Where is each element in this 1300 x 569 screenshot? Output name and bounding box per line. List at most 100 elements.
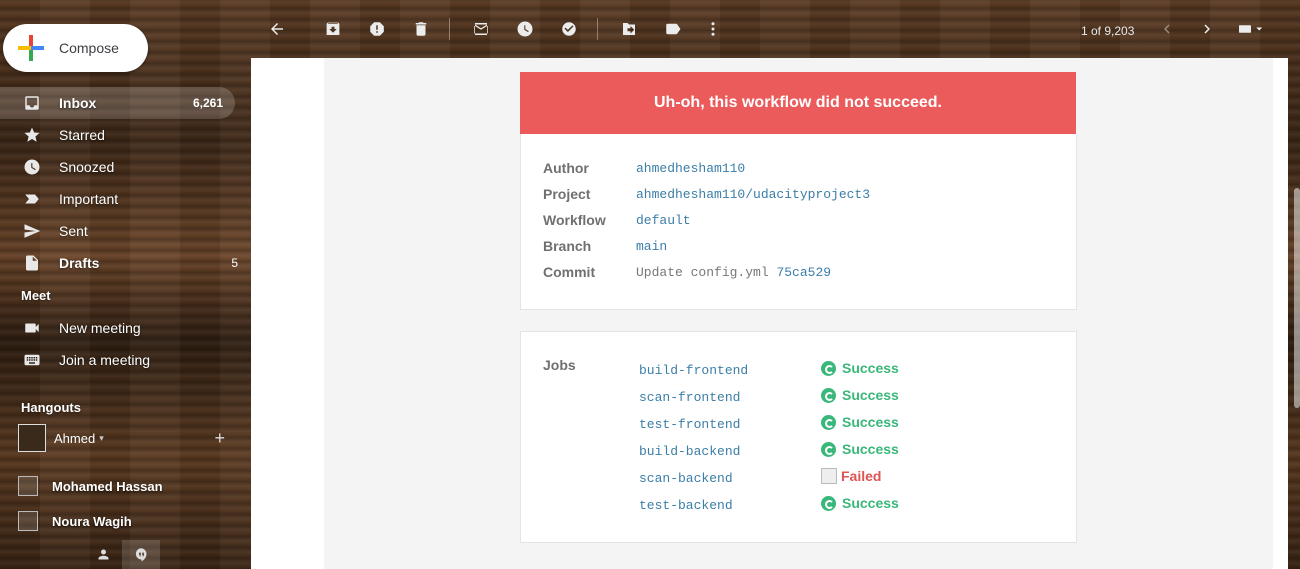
add-task-icon[interactable]: [558, 18, 580, 40]
job-name-link[interactable]: test-frontend: [639, 417, 740, 432]
email-toolbar: 1 of 9,203: [250, 0, 1300, 58]
workflow-details-card: Author ahmedhesham110 Project ahmedhesha…: [520, 134, 1077, 310]
job-status-text: Success: [842, 441, 899, 457]
success-icon: [821, 495, 836, 511]
drafts-count: 5: [231, 256, 238, 270]
nav-item-important[interactable]: Important: [0, 183, 250, 215]
failed-icon: [821, 468, 837, 484]
hangouts-heading: Hangouts: [21, 400, 81, 415]
archive-icon[interactable]: [322, 18, 344, 40]
job-status: Success: [821, 495, 899, 511]
job-status: Success: [821, 441, 899, 457]
new-meeting-link[interactable]: New meeting: [0, 312, 250, 344]
commit-hash-link[interactable]: 75ca529: [776, 265, 831, 280]
add-icon[interactable]: +: [214, 428, 225, 449]
workflow-label: Workflow: [543, 212, 606, 228]
hangouts-tabs: [0, 540, 250, 569]
person-icon[interactable]: [84, 540, 122, 569]
job-name-link[interactable]: scan-backend: [639, 471, 733, 486]
email-body: Uh-oh, this workflow did not succeed. Au…: [324, 58, 1273, 569]
workflow-link[interactable]: default: [636, 213, 691, 228]
report-spam-icon[interactable]: [366, 18, 388, 40]
clock-icon: [22, 157, 42, 177]
commit-message: Update config.yml: [636, 265, 769, 280]
prev-icon[interactable]: [1156, 18, 1178, 40]
workflow-failure-banner: Uh-oh, this workflow did not succeed.: [520, 72, 1076, 134]
toolbar-divider: [597, 18, 598, 40]
contact-name: Mohamed Hassan: [52, 478, 163, 494]
chevron-down-icon: ▾: [99, 432, 104, 443]
jobs-card: Jobs build-frontend Success scan-fronten…: [520, 331, 1077, 543]
delete-icon[interactable]: [410, 18, 432, 40]
nav-item-snoozed[interactable]: Snoozed: [0, 151, 250, 183]
avatar: [18, 476, 38, 496]
success-icon: [821, 360, 836, 376]
hangouts-username: Ahmed: [54, 430, 96, 446]
project-label: Project: [543, 186, 591, 202]
job-status: Success: [821, 387, 899, 403]
nav-item-sent[interactable]: Sent: [0, 215, 250, 247]
snooze-icon[interactable]: [514, 18, 536, 40]
author-link[interactable]: ahmedhesham110: [636, 161, 745, 176]
nav-item-label: Sent: [59, 223, 88, 239]
label-icon[interactable]: [662, 18, 684, 40]
important-icon: [22, 189, 42, 209]
meet-heading: Meet: [21, 288, 51, 303]
keyboard-icon: [22, 350, 42, 370]
job-status-text: Success: [842, 414, 899, 430]
video-icon: [22, 318, 42, 338]
job-status-text: Success: [842, 387, 899, 403]
job-name-link[interactable]: build-frontend: [639, 363, 748, 378]
move-to-icon[interactable]: [618, 18, 640, 40]
more-icon[interactable]: [702, 18, 724, 40]
star-icon: [22, 125, 42, 145]
nav-item-starred[interactable]: Starred: [0, 119, 250, 151]
contact-name: Noura Wagih: [52, 513, 132, 529]
send-icon: [22, 221, 42, 241]
job-status-text: Success: [842, 495, 899, 511]
inbox-icon: [22, 93, 42, 113]
hangouts-icon[interactable]: [122, 540, 160, 569]
compose-plus-icon: [18, 35, 44, 61]
new-meeting-label: New meeting: [59, 320, 141, 336]
input-tools-icon[interactable]: [1234, 18, 1268, 40]
draft-icon: [22, 253, 42, 273]
join-meeting-label: Join a meeting: [59, 352, 151, 368]
job-status: Failed: [821, 468, 881, 484]
back-icon[interactable]: [266, 18, 288, 40]
author-label: Author: [543, 160, 589, 176]
next-icon[interactable]: [1196, 18, 1218, 40]
nav-item-label: Snoozed: [59, 159, 115, 175]
hangouts-user[interactable]: Ahmed ▾ +: [18, 424, 233, 452]
success-icon: [821, 414, 836, 430]
scrollbar[interactable]: [1294, 188, 1300, 408]
success-icon: [821, 441, 836, 457]
branch-link[interactable]: main: [636, 239, 667, 254]
nav-item-drafts[interactable]: Drafts 5: [0, 247, 250, 279]
job-name-link[interactable]: build-backend: [639, 444, 740, 459]
unread-count: 6,261: [192, 96, 223, 110]
email-reading-pane: Uh-oh, this workflow did not succeed. Au…: [251, 58, 1288, 569]
nav-item-inbox[interactable]: Inbox 6,261: [0, 87, 235, 119]
job-name-link[interactable]: test-backend: [639, 498, 733, 513]
commit-value: Update config.yml 75ca529: [636, 265, 831, 280]
nav-item-label: Important: [59, 191, 119, 207]
nav-item-label: Inbox: [59, 95, 97, 111]
nav-item-label: Drafts: [59, 255, 100, 271]
compose-button[interactable]: Compose: [3, 24, 148, 72]
contact-item[interactable]: Noura Wagih: [18, 511, 132, 531]
mail-nav: Inbox 6,261 Starred Snoozed Important Se…: [0, 87, 250, 279]
join-meeting-link[interactable]: Join a meeting: [0, 344, 250, 376]
success-icon: [821, 387, 836, 403]
job-name-link[interactable]: scan-frontend: [639, 390, 740, 405]
mark-unread-icon[interactable]: [470, 18, 492, 40]
project-link[interactable]: ahmedhesham110/udacityproject3: [636, 187, 870, 202]
avatar: [18, 511, 38, 531]
contact-item[interactable]: Mohamed Hassan: [18, 476, 163, 496]
nav-item-label: Starred: [59, 127, 105, 143]
avatar: [18, 424, 46, 452]
jobs-label: Jobs: [543, 357, 576, 373]
job-status-text: Failed: [841, 468, 882, 484]
compose-label: Compose: [59, 40, 119, 56]
branch-label: Branch: [543, 238, 592, 254]
